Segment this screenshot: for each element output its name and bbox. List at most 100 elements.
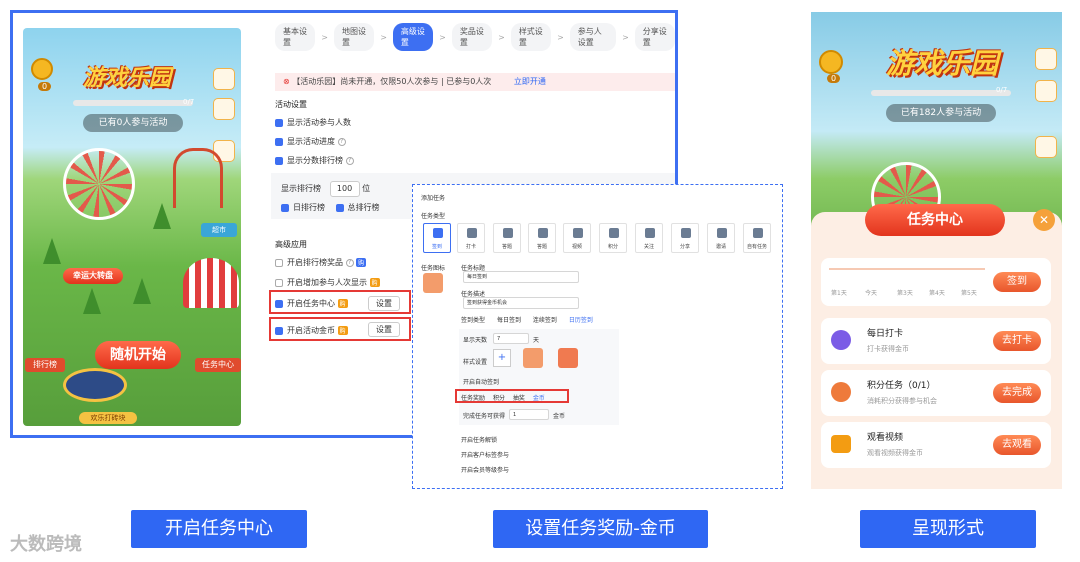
- close-icon[interactable]: ✕: [1033, 209, 1055, 231]
- step-advanced[interactable]: 高级设置: [392, 23, 434, 51]
- reward-points[interactable]: 积分: [493, 395, 505, 402]
- step-participants[interactable]: 参与人设置: [569, 23, 617, 51]
- task-type-follow[interactable]: 关注: [635, 223, 663, 253]
- prize-icon[interactable]: [1035, 48, 1057, 70]
- task-item: 观看视频 观看视频获得金币 去观看: [821, 422, 1051, 468]
- task-action-button[interactable]: 去打卡: [993, 331, 1041, 351]
- task-name-input[interactable]: 每日签到: [463, 271, 579, 283]
- extra-option[interactable]: 开启任务解锁: [461, 435, 497, 444]
- complete-value-input[interactable]: 1: [509, 409, 549, 420]
- task-type-checkin[interactable]: 打卡: [457, 223, 485, 253]
- extra-option[interactable]: 开启客户标签参与: [461, 450, 509, 459]
- caption-set-reward: 设置任务奖励-金币: [493, 510, 708, 548]
- adv-option: 开启任务中心: [287, 299, 335, 308]
- checkbox[interactable]: [275, 278, 283, 287]
- task-center-button[interactable]: 任务中心: [195, 358, 241, 372]
- complete-label: 完成任务可获得: [463, 413, 506, 420]
- task-desc-input[interactable]: 签到获得金币机会: [463, 297, 579, 309]
- task-center-title: 任务中心: [865, 204, 1005, 236]
- coin-set-button[interactable]: 设置: [368, 322, 400, 337]
- reward-label: 任务奖励: [461, 395, 486, 402]
- task-action-button[interactable]: 去完成: [993, 383, 1041, 403]
- checkbox[interactable]: [275, 118, 283, 127]
- step-share[interactable]: 分享设置: [634, 23, 675, 51]
- checkbox[interactable]: [275, 137, 283, 146]
- task-type-custom[interactable]: 自有任务: [743, 223, 771, 253]
- task-icon[interactable]: [1035, 80, 1057, 102]
- task-item: 每日打卡 打卡获得金币 去打卡: [821, 318, 1051, 364]
- task-icon-preview[interactable]: [423, 273, 443, 293]
- rank-button[interactable]: 排行榜: [25, 358, 65, 372]
- task-desc: 打卡获得金币: [867, 345, 909, 353]
- step-basic[interactable]: 基本设置: [275, 23, 316, 51]
- carousel: [183, 258, 239, 308]
- add-task-dialog: 添加任务 任务类型 签到 打卡 答题 答题 视频 积分 关注 分享 邀请 自有任…: [412, 184, 783, 489]
- rank-count-input[interactable]: 100: [329, 181, 360, 197]
- signin-button[interactable]: 签到: [993, 272, 1041, 292]
- reward-draw[interactable]: 抽奖: [513, 395, 525, 402]
- checkbox[interactable]: [275, 156, 283, 165]
- checkbox[interactable]: [275, 258, 283, 267]
- day-label: 第3天: [897, 290, 913, 297]
- add-style-button[interactable]: +: [493, 349, 511, 367]
- auto-sign-label[interactable]: 开启自动签到: [463, 377, 499, 386]
- prize-icon[interactable]: [213, 68, 235, 90]
- task-type-video[interactable]: 视频: [563, 223, 591, 253]
- icon-label: 任务图标: [421, 265, 446, 272]
- task-icon[interactable]: [213, 98, 235, 120]
- random-start-button[interactable]: 随机开始: [95, 341, 181, 369]
- radio-calendar[interactable]: 日历签到: [569, 317, 593, 324]
- day-label: 第4天: [929, 290, 945, 297]
- tag: 购: [337, 299, 348, 308]
- step-map[interactable]: 地图设置: [333, 23, 375, 51]
- tag: 购: [369, 278, 380, 287]
- reward-coin[interactable]: 金币: [533, 395, 545, 402]
- help-icon: ?: [345, 156, 354, 165]
- caption-presentation: 呈现形式: [860, 510, 1036, 548]
- daily-rank-label: 日排行榜: [293, 203, 325, 212]
- tag: 购: [337, 326, 348, 335]
- task-type-quiz2[interactable]: 答题: [528, 223, 556, 253]
- lucky-wheel-badge[interactable]: 幸运大转盘: [63, 268, 123, 284]
- radio-daily[interactable]: 每日签到: [497, 317, 521, 324]
- help-icon: ?: [337, 137, 346, 146]
- adv-option: 开启活动金币: [287, 326, 335, 335]
- radio-continuous[interactable]: 连续签到: [533, 317, 557, 324]
- sign-type-row: 签到类型 每日签到 连续签到 日历签到: [461, 315, 593, 324]
- task-center-preview: 0 游戏乐园 0/7 已有182人参与活动 任务中心 ✕ 第1天 今天 第3天 …: [811, 12, 1062, 489]
- progress-bar: [871, 90, 1011, 96]
- adv-option: 开启排行榜奖品: [287, 258, 343, 267]
- days-select[interactable]: 7: [493, 333, 529, 344]
- checkin-icon: [831, 330, 851, 350]
- style-label: 样式设置: [463, 359, 488, 366]
- task-item: 积分任务（0/1） 消耗积分获得参与机会 去完成: [821, 370, 1051, 416]
- activate-link[interactable]: 立即开通: [514, 77, 546, 86]
- gift-style-1[interactable]: [523, 348, 543, 368]
- task-action-button[interactable]: 去观看: [993, 435, 1041, 455]
- task-type-points[interactable]: 积分: [599, 223, 627, 253]
- task-type-share[interactable]: 分享: [671, 223, 699, 253]
- task-desc: 消耗积分获得参与机会: [867, 397, 937, 405]
- participants-pill: 已有0人参与活动: [83, 114, 183, 132]
- checkbox[interactable]: [275, 326, 283, 335]
- step-style[interactable]: 样式设置: [510, 23, 552, 51]
- coin-count: 0: [827, 74, 841, 83]
- advanced-title: 高级应用: [275, 240, 307, 249]
- checkbox[interactable]: [335, 203, 344, 212]
- step-prize[interactable]: 奖品设置: [451, 23, 493, 51]
- brick-game-badge[interactable]: 欢乐打砖块: [79, 412, 137, 424]
- checkbox[interactable]: [275, 299, 283, 308]
- task-type-signin[interactable]: 签到: [423, 223, 451, 253]
- gift-icon[interactable]: [1035, 136, 1057, 158]
- checkbox[interactable]: [281, 203, 289, 212]
- gift-style-2[interactable]: [558, 348, 578, 368]
- tag: 购: [356, 258, 367, 267]
- tree: [153, 203, 171, 229]
- task-type-quiz[interactable]: 答题: [493, 223, 521, 253]
- caption-enable-task-center: 开启任务中心: [131, 510, 307, 548]
- extra-option[interactable]: 开启会员等级参与: [461, 465, 509, 474]
- tree: [43, 238, 61, 264]
- task-center-set-button[interactable]: 设置: [368, 296, 400, 311]
- task-type-invite[interactable]: 邀请: [707, 223, 735, 253]
- shop-badge[interactable]: 超市: [201, 223, 237, 237]
